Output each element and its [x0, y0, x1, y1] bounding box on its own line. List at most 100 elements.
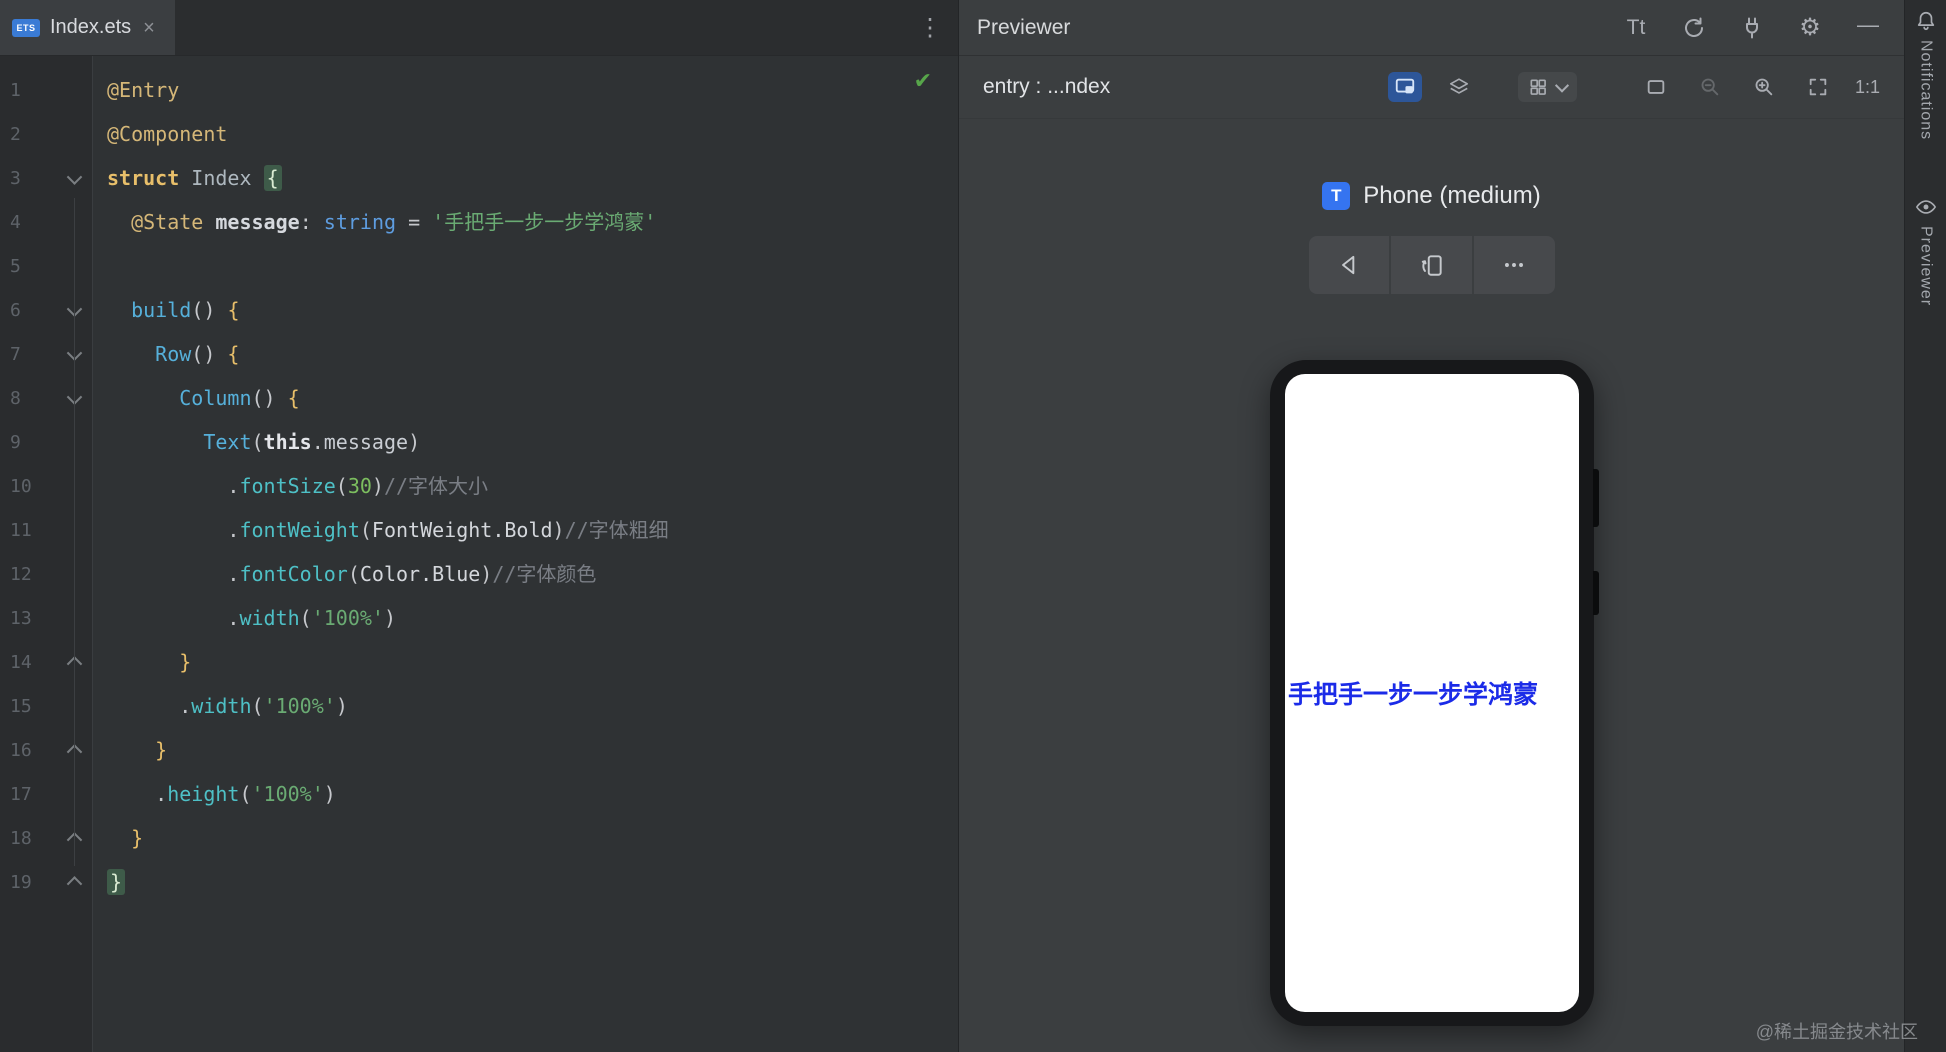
inspection-ok-icon: ✔	[913, 68, 932, 93]
editor-pane: ETS Index.ets × ⋮ 1 @Entry 2 @Component 3 str…	[0, 0, 958, 1052]
zoom-out-icon[interactable]	[1693, 72, 1727, 102]
phone-screen: 手把手一步一步学鸿蒙	[1285, 374, 1579, 1012]
code-line[interactable]: 13 .width('100%')	[0, 596, 958, 640]
line-number: 14	[10, 651, 32, 673]
code-editor[interactable]: 1 @Entry 2 @Component 3 struct Index {4 @Stat…	[0, 56, 958, 1052]
code-text[interactable]: .width('100%')	[93, 596, 958, 640]
code-text[interactable]: .fontSize(30)//字体大小	[93, 464, 958, 508]
device-label: T Phone (medium)	[959, 182, 1904, 210]
editor-options-icon[interactable]: ⋮	[918, 13, 942, 42]
code-line[interactable]: 12 .fontColor(Color.Blue)//字体颜色	[0, 552, 958, 596]
code-text[interactable]: @State message: string = '手把手一步一步学鸿蒙'	[93, 200, 958, 244]
fold-up-icon[interactable]	[56, 875, 93, 892]
line-number: 18	[10, 827, 32, 849]
code-text[interactable]: .fontColor(Color.Blue)//字体颜色	[93, 552, 958, 596]
line-number: 16	[10, 739, 32, 761]
code-text[interactable]: .height('100%')	[93, 772, 958, 816]
line-number: 6	[10, 299, 21, 321]
code-line[interactable]: 14 }	[0, 640, 958, 684]
eye-icon	[1915, 200, 1936, 214]
more-options-button[interactable]	[1473, 236, 1555, 294]
layers-icon[interactable]	[1442, 72, 1476, 102]
code-line[interactable]: 18 }	[0, 816, 958, 860]
frame-bounds-icon[interactable]	[1639, 72, 1673, 102]
code-text[interactable]: }	[93, 860, 958, 904]
right-tool-strip: Notifications Previewer	[1904, 0, 1946, 1052]
code-text[interactable]: }	[93, 816, 958, 860]
code-line[interactable]: 19}	[0, 860, 958, 904]
minimize-panel-icon[interactable]: —	[1854, 11, 1882, 39]
line-number: 1	[10, 79, 21, 101]
fold-guide-line	[74, 198, 75, 866]
zoom-ratio-label[interactable]: 1:1	[1855, 77, 1880, 98]
code-line[interactable]: 2 @Component	[0, 112, 958, 156]
code-line[interactable]: 9 Text(this.message)	[0, 420, 958, 464]
code-lines: 1 @Entry 2 @Component 3 struct Index {4 @Stat…	[0, 56, 958, 904]
line-number: 3	[10, 167, 21, 189]
refresh-icon[interactable]	[1680, 14, 1708, 42]
back-triangle-icon	[1341, 255, 1355, 275]
previewer-title: Previewer	[977, 15, 1071, 39]
close-tab-icon[interactable]: ×	[141, 16, 157, 40]
code-text[interactable]: Column() {	[93, 376, 958, 420]
code-text[interactable]: Text(this.message)	[93, 420, 958, 464]
code-line[interactable]: 6 build() {	[0, 288, 958, 332]
line-number: 2	[10, 123, 21, 145]
fit-to-window-icon[interactable]	[1801, 72, 1835, 102]
code-line[interactable]: 15 .width('100%')	[0, 684, 958, 728]
code-line[interactable]: 16 }	[0, 728, 958, 772]
rotate-device-button[interactable]	[1391, 236, 1472, 294]
code-text[interactable]: }	[93, 640, 958, 684]
sidebar-item-notifications[interactable]: Notifications	[1915, 10, 1937, 140]
phone-mockup: 手把手一步一步学鸿蒙	[1270, 360, 1599, 1026]
code-text[interactable]: @Entry	[93, 68, 958, 112]
code-line[interactable]: 10 .fontSize(30)//字体大小	[0, 464, 958, 508]
line-number: 7	[10, 343, 21, 365]
code-text[interactable]: @Component	[93, 112, 958, 156]
plugin-icon[interactable]	[1738, 14, 1766, 42]
view-mode-dropdown[interactable]	[1517, 72, 1577, 102]
code-line[interactable]: 17 .height('100%')	[0, 772, 958, 816]
tab-label: Index.ets	[50, 16, 132, 38]
code-line[interactable]: 8 Column() {	[0, 376, 958, 420]
sidebar-item-previewer[interactable]: Previewer	[1915, 196, 1937, 306]
editor-tab-bar: ETS Index.ets × ⋮	[0, 0, 958, 56]
code-text[interactable]: .fontWeight(FontWeight.Bold)//字体粗细	[93, 508, 958, 552]
settings-gear-icon[interactable]: ⚙	[1796, 14, 1824, 42]
inspect-mode-icon[interactable]	[1387, 72, 1422, 102]
tab-index-ets[interactable]: ETS Index.ets ×	[0, 0, 175, 55]
line-number: 13	[10, 607, 32, 629]
line-number: 9	[10, 431, 21, 453]
line-number: 17	[10, 783, 32, 805]
font-settings-icon[interactable]: Tt	[1622, 14, 1650, 42]
code-text[interactable]: Row() {	[93, 332, 958, 376]
phone-power-button	[1593, 571, 1599, 615]
code-text[interactable]: build() {	[93, 288, 958, 332]
code-line[interactable]: 7 Row() {	[0, 332, 958, 376]
ide-window: ETS Index.ets × ⋮ 1 @Entry 2 @Component 3 str…	[0, 0, 1946, 1052]
line-number: 5	[10, 255, 21, 277]
code-line[interactable]: 11 .fontWeight(FontWeight.Bold)//字体粗细	[0, 508, 958, 552]
previewer-pane: Previewer Tt ⚙ — entry : ...ndex 1:1 T P…	[958, 0, 1904, 1052]
fold-down-icon[interactable]	[56, 168, 93, 185]
code-text[interactable]: struct Index {	[93, 156, 958, 200]
code-text[interactable]: }	[93, 728, 958, 772]
phone-volume-button	[1593, 469, 1599, 527]
notifications-label: Notifications	[1917, 40, 1935, 141]
device-name-label: Phone (medium)	[1363, 182, 1541, 209]
code-text[interactable]: .width('100%')	[93, 684, 958, 728]
code-line[interactable]: 1 @Entry	[0, 68, 958, 112]
code-line[interactable]: 3 struct Index {	[0, 156, 958, 200]
preview-target-label: entry : ...ndex	[983, 75, 1111, 98]
code-line[interactable]: 5	[0, 244, 958, 288]
line-number: 15	[10, 695, 32, 717]
code-line[interactable]: 4 @State message: string = '手把手一步一步学鸿蒙'	[0, 200, 958, 244]
line-number: 10	[10, 475, 32, 497]
watermark: @稀土掘金技术社区	[1755, 1022, 1918, 1042]
back-button[interactable]	[1308, 236, 1390, 294]
zoom-in-icon[interactable]	[1747, 72, 1781, 102]
rotate-device-icon	[1421, 255, 1442, 276]
previewer-strip-label: Previewer	[1917, 226, 1935, 307]
bell-icon	[1917, 11, 1934, 31]
component-type-icon: T	[1322, 182, 1351, 210]
